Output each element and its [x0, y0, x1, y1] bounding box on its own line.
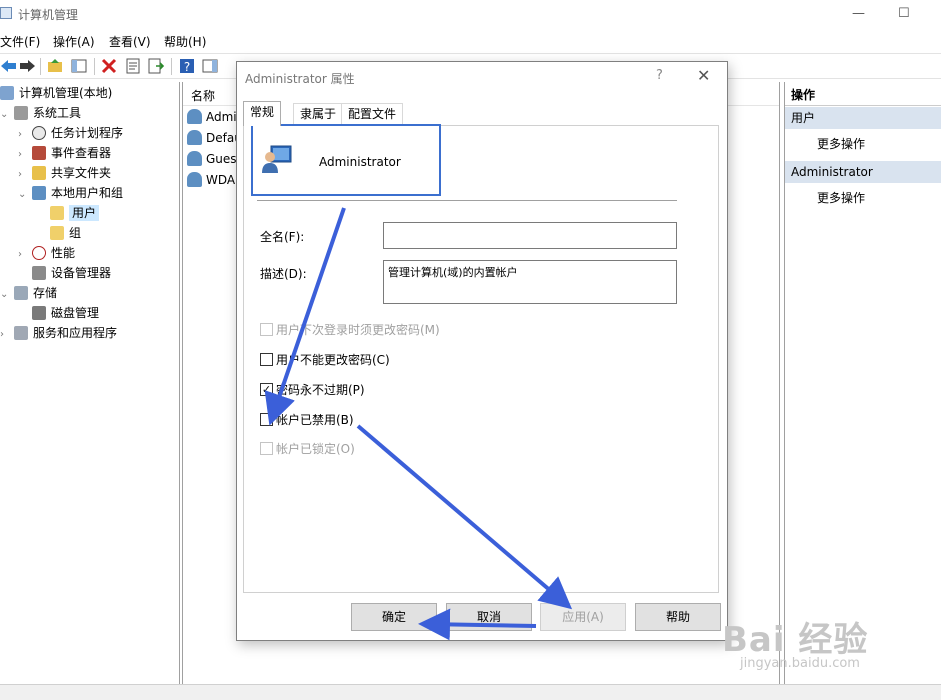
- description-input[interactable]: 管理计算机(域)的内置帐户: [383, 260, 677, 304]
- tab-general[interactable]: 常规: [243, 101, 282, 126]
- expand-icon[interactable]: ›: [18, 145, 32, 165]
- divider: [257, 200, 677, 201]
- collapse-icon[interactable]: ⌄: [0, 285, 14, 305]
- fullname-input[interactable]: [383, 222, 677, 249]
- tree-task-scheduler[interactable]: › 任务计划程序: [18, 123, 123, 143]
- expand-icon[interactable]: ›: [0, 325, 14, 345]
- more-actions-link[interactable]: 更多操作: [817, 189, 865, 206]
- tree-services-apps[interactable]: › 服务和应用程序: [0, 323, 117, 343]
- window-title: 计算机管理: [18, 8, 79, 22]
- svg-text:?: ?: [184, 60, 190, 74]
- tree-device-manager[interactable]: 设备管理器: [18, 263, 111, 283]
- list-item[interactable]: WDA: [187, 170, 235, 191]
- dialog-title: Administrator 属性: [245, 72, 355, 86]
- delete-icon[interactable]: [100, 57, 118, 75]
- more-actions-link[interactable]: 更多操作: [817, 135, 865, 152]
- tree-system-tools[interactable]: ⌄ 系统工具: [0, 103, 81, 123]
- device-manager-icon: [32, 266, 46, 280]
- actions-section-administrator[interactable]: Administrator: [785, 161, 941, 183]
- collapse-icon[interactable]: ⌄: [0, 105, 14, 125]
- tree-disk-management[interactable]: 磁盘管理: [18, 303, 99, 323]
- collapse-icon[interactable]: ⌄: [18, 185, 32, 205]
- help-icon[interactable]: ?: [178, 57, 196, 75]
- forward-arrow-icon[interactable]: [18, 57, 36, 75]
- checkbox-box[interactable]: [260, 413, 273, 426]
- user-icon: [187, 172, 202, 187]
- console-tree: 计算机管理(本地) ⌄ 系统工具 › 任务计划程序 › 事件查看器 › 共享文件夹 ⌄ 本…: [0, 82, 180, 684]
- action-pane-icon[interactable]: [201, 57, 219, 75]
- clock-icon: [32, 126, 46, 140]
- help-button[interactable]: 帮助: [635, 603, 721, 631]
- checkbox-box[interactable]: [260, 442, 273, 455]
- tree-shared-folders[interactable]: › 共享文件夹: [18, 163, 111, 183]
- baidu-logo: Bai 经验: [722, 620, 869, 660]
- user-icon: [187, 109, 202, 124]
- computer-management-icon: [0, 7, 12, 19]
- menu-file[interactable]: 文件(F): [0, 33, 40, 50]
- back-arrow-icon[interactable]: [0, 57, 18, 75]
- menu-help[interactable]: 帮助(H): [164, 33, 206, 50]
- disk-icon: [32, 306, 46, 320]
- user-icon: [187, 130, 202, 145]
- up-folder-icon[interactable]: [46, 57, 64, 75]
- shared-folder-icon: [32, 166, 46, 180]
- fullname-label: 全名(F):: [260, 230, 305, 244]
- check-icon[interactable]: ✓: [260, 383, 273, 396]
- expand-icon[interactable]: ›: [18, 245, 32, 265]
- list-item[interactable]: Admi: [187, 107, 237, 128]
- title-bar: 计算机管理 — ☐: [0, 0, 941, 28]
- services-icon: [14, 326, 28, 340]
- tree-users[interactable]: 用户: [36, 203, 100, 223]
- minimize-button[interactable]: —: [852, 6, 865, 21]
- list-item[interactable]: Defau: [187, 128, 242, 149]
- menu-action[interactable]: 操作(A): [53, 33, 95, 50]
- actions-section-users[interactable]: 用户: [785, 107, 941, 129]
- status-bar: [0, 684, 941, 700]
- tree-local-users-groups[interactable]: ⌄ 本地用户和组: [18, 183, 123, 203]
- folder-icon: [50, 226, 64, 240]
- menu-bar: 文件(F) 操作(A) 查看(V) 帮助(H): [0, 30, 941, 52]
- event-log-icon: [32, 146, 46, 160]
- tree-root[interactable]: 计算机管理(本地): [0, 83, 112, 103]
- tree-performance[interactable]: › 性能: [18, 243, 75, 263]
- properties-dialog: Administrator 属性 ? ✕ 常规 隶属于 配置文件 Adminis…: [236, 61, 728, 641]
- description-label: 描述(D):: [260, 267, 307, 281]
- tree-storage[interactable]: ⌄ 存储: [0, 283, 57, 303]
- computer-icon: [0, 86, 14, 100]
- dialog-close-button[interactable]: ✕: [697, 66, 710, 85]
- tab-member-of[interactable]: 隶属于: [293, 103, 344, 125]
- expand-icon[interactable]: ›: [18, 125, 32, 145]
- folder-icon: [50, 206, 64, 220]
- storage-icon: [14, 286, 28, 300]
- properties-icon[interactable]: [124, 57, 142, 75]
- actions-pane: 操作 用户 更多操作 Administrator 更多操作: [784, 82, 941, 684]
- dialog-help-button[interactable]: ?: [656, 68, 663, 83]
- baidu-watermark: Bai 经验 jingyan.baidu.com: [722, 612, 869, 671]
- tab-profile[interactable]: 配置文件: [341, 103, 404, 125]
- checkbox-box[interactable]: [260, 323, 273, 336]
- cancel-button[interactable]: 取消: [446, 603, 532, 631]
- menu-view[interactable]: 查看(V): [109, 33, 151, 50]
- tools-icon: [14, 106, 28, 120]
- list-item[interactable]: Gues: [187, 149, 237, 170]
- actions-header: 操作: [785, 84, 941, 106]
- export-list-icon[interactable]: [147, 57, 165, 75]
- tree-event-viewer[interactable]: › 事件查看器: [18, 143, 111, 163]
- checkbox-box[interactable]: [260, 353, 273, 366]
- expand-icon[interactable]: ›: [18, 165, 32, 185]
- ok-button[interactable]: 确定: [351, 603, 437, 631]
- users-group-icon: [32, 186, 46, 200]
- performance-icon: [32, 246, 46, 260]
- watermark-url: jingyan.baidu.com: [740, 656, 860, 671]
- apply-button[interactable]: 应用(A): [540, 603, 626, 631]
- maximize-button[interactable]: ☐: [898, 6, 910, 21]
- show-hide-tree-icon[interactable]: [70, 57, 88, 75]
- column-name[interactable]: 名称: [191, 87, 215, 104]
- user-icon: [187, 151, 202, 166]
- username-label: Administrator: [319, 155, 401, 169]
- tree-groups[interactable]: 组: [36, 223, 81, 243]
- user-account-icon: [262, 145, 292, 173]
